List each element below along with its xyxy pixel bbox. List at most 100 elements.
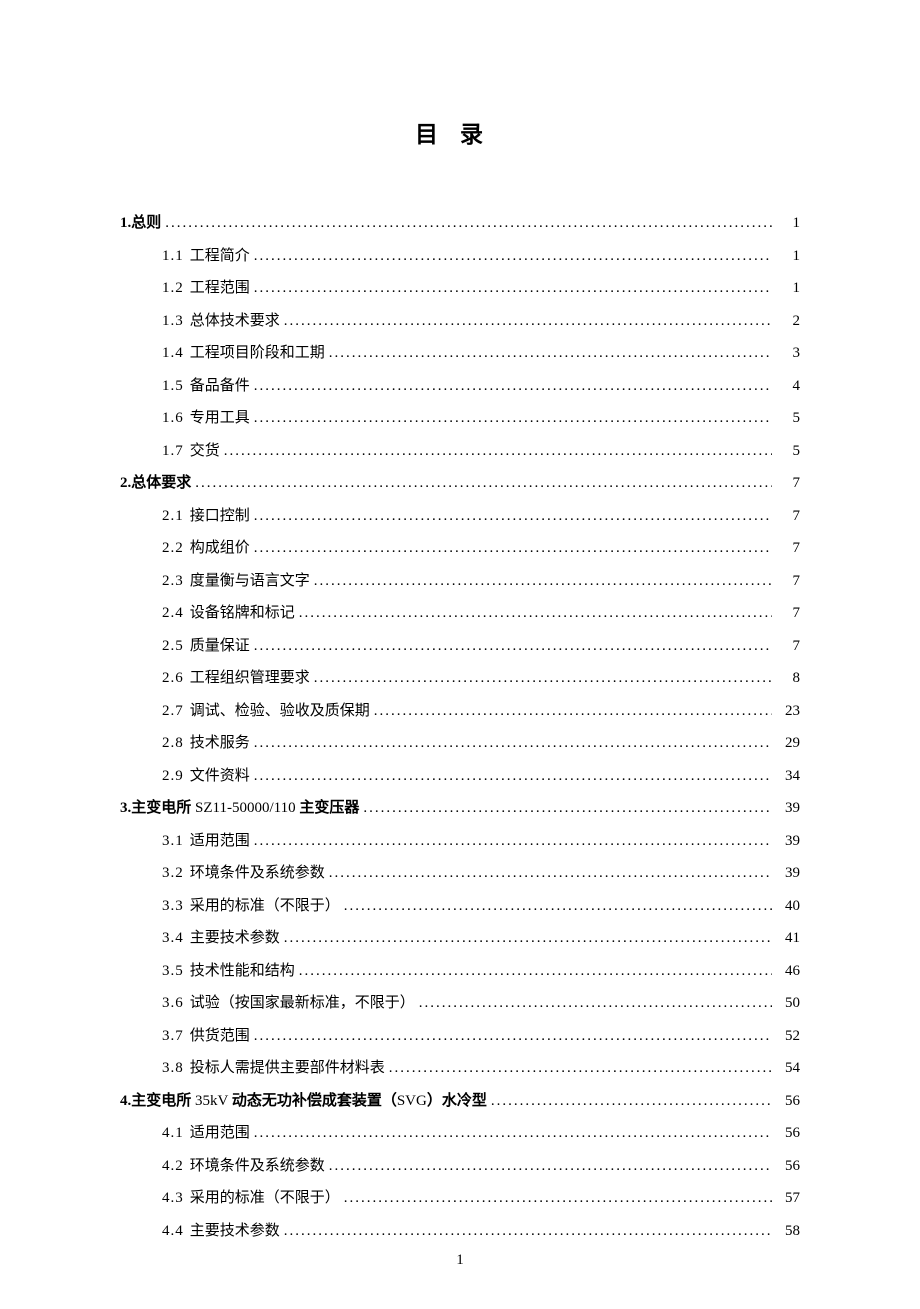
toc-entry-label: 适用范围	[190, 827, 250, 856]
toc-entry-label: 总则	[131, 209, 161, 238]
toc-entry-label: 工程范围	[190, 274, 250, 303]
toc-entry-number: 1.4	[162, 339, 184, 368]
toc-entry-page: 5	[772, 404, 800, 433]
toc-entry-number: 3.4	[162, 924, 184, 953]
toc-leader-dots: ........................................…	[280, 1217, 772, 1246]
toc-entry-label: 技术性能和结构	[190, 957, 295, 986]
toc-entry: 2.总体要求..................................…	[120, 469, 800, 498]
toc-entry-page: 7	[772, 502, 800, 531]
toc-entry-number: 4.1	[162, 1119, 184, 1148]
toc-entry: 1.3总体技术要求...............................…	[120, 307, 800, 336]
toc-entry-page: 56	[772, 1119, 800, 1148]
toc-entry-label: 度量衡与语言文字	[190, 567, 310, 596]
toc-entry-number: 2.8	[162, 729, 184, 758]
toc-entry-label: 环境条件及系统参数	[190, 859, 325, 888]
toc-entry: 3.7供货范围.................................…	[120, 1022, 800, 1051]
toc-leader-dots: ........................................…	[250, 1022, 772, 1051]
toc-entry-number: 3.3	[162, 892, 184, 921]
toc-entry-label: 投标人需提供主要部件材料表	[190, 1054, 385, 1083]
table-of-contents: 1.总则....................................…	[120, 209, 800, 1245]
toc-leader-dots: ........................................…	[191, 469, 772, 498]
toc-entry-page: 56	[772, 1152, 800, 1181]
toc-entry-label: 主要技术参数	[190, 1217, 280, 1246]
toc-entry-label: 采用的标准（不限于）	[190, 892, 340, 921]
toc-entry: 2.4设备铭牌和标记..............................…	[120, 599, 800, 628]
toc-entry-number: 3.8	[162, 1054, 184, 1083]
toc-entry: 2.8 技术服务.................................…	[120, 729, 800, 758]
toc-entry: 2.5质量保证.................................…	[120, 632, 800, 661]
toc-leader-dots: ........................................…	[415, 989, 772, 1018]
toc-leader-dots: ........................................…	[295, 599, 772, 628]
page-number-footer: 1	[0, 1252, 920, 1269]
toc-entry-page: 34	[772, 762, 800, 791]
toc-leader-dots: ........................................…	[250, 534, 772, 563]
toc-entry-page: 39	[772, 827, 800, 856]
toc-entry-number: 3.6	[162, 989, 184, 1018]
toc-entry: 2.1接口控制.................................…	[120, 502, 800, 531]
toc-entry-number: 1.1	[162, 242, 184, 271]
toc-entry-number: 3.2	[162, 859, 184, 888]
toc-entry: 2.7调试、检验、验收及质保期.........................…	[120, 697, 800, 726]
toc-entry: 1.总则....................................…	[120, 209, 800, 238]
toc-entry-number: 2.2	[162, 534, 184, 563]
toc-title: 目录	[120, 115, 800, 149]
toc-entry-page: 46	[772, 957, 800, 986]
toc-entry-label: 适用范围	[190, 1119, 250, 1148]
toc-entry-label: 技术服务	[190, 729, 250, 758]
toc-leader-dots: ........................................…	[385, 1054, 772, 1083]
toc-entry-number: 4.3	[162, 1184, 184, 1213]
toc-entry-label: 采用的标准（不限于）	[190, 1184, 340, 1213]
toc-entry-page: 56	[772, 1087, 800, 1116]
toc-entry-page: 1	[772, 242, 800, 271]
toc-entry-page: 57	[772, 1184, 800, 1213]
toc-leader-dots: ........................................…	[250, 729, 772, 758]
toc-entry-number: 3.	[120, 794, 131, 823]
toc-entry-number: 4.4	[162, 1217, 184, 1246]
toc-entry-label: 构成组价	[190, 534, 250, 563]
toc-entry-label: 备品备件	[190, 372, 250, 401]
toc-entry-number: 2.	[120, 469, 131, 498]
toc-entry-label: 交货	[190, 437, 220, 466]
toc-entry-page: 7	[772, 534, 800, 563]
toc-leader-dots: ........................................…	[250, 404, 772, 433]
toc-leader-dots: ........................................…	[340, 1184, 772, 1213]
toc-entry: 4.1 适用范围.................................…	[120, 1119, 800, 1148]
toc-entry-page: 40	[772, 892, 800, 921]
toc-entry: 3.4主要技术参数...............................…	[120, 924, 800, 953]
toc-entry-number: 3.1	[162, 827, 184, 856]
toc-entry: 3.8 投标人需提供主要部件材料表........................…	[120, 1054, 800, 1083]
toc-leader-dots: ........................................…	[310, 567, 772, 596]
toc-entry: 4.4 主要技术参数...............................…	[120, 1217, 800, 1246]
toc-leader-dots: ........................................…	[250, 1119, 772, 1148]
toc-entry-page: 8	[772, 664, 800, 693]
toc-leader-dots: ........................................…	[161, 209, 772, 238]
toc-entry-page: 1	[772, 274, 800, 303]
toc-entry: 2.2 构成组价.................................…	[120, 534, 800, 563]
toc-leader-dots: ........................................…	[370, 697, 772, 726]
toc-entry-label: 文件资料	[190, 762, 250, 791]
toc-leader-dots: ........................................…	[250, 827, 772, 856]
toc-entry-page: 3	[772, 339, 800, 368]
toc-leader-dots: ........................................…	[250, 502, 772, 531]
toc-leader-dots: ........................................…	[280, 924, 772, 953]
toc-leader-dots: ........................................…	[250, 242, 772, 271]
toc-entry-label: 试验（按国家最新标准，不限于）	[190, 989, 415, 1018]
toc-entry: 1.6专用工具.................................…	[120, 404, 800, 433]
toc-entry: 2.6工程组织管理要求.............................…	[120, 664, 800, 693]
toc-entry-number: 3.5	[162, 957, 184, 986]
toc-entry-page: 52	[772, 1022, 800, 1051]
toc-entry-page: 7	[772, 469, 800, 498]
toc-entry: 3.主变电所 SZ11-50000/110 主变压器..............…	[120, 794, 800, 823]
toc-entry-label: 工程组织管理要求	[190, 664, 310, 693]
toc-entry-page: 39	[772, 794, 800, 823]
toc-entry-number: 2.7	[162, 697, 184, 726]
toc-leader-dots: ........................................…	[280, 307, 772, 336]
toc-entry-page: 7	[772, 599, 800, 628]
document-page: 目录 1.总则.................................…	[0, 0, 920, 1309]
toc-leader-dots: ........................................…	[359, 794, 772, 823]
toc-entry: 4.3 采用的标准（不限于）...........................…	[120, 1184, 800, 1213]
toc-entry-page: 1	[772, 209, 800, 238]
toc-entry-label: 工程项目阶段和工期	[190, 339, 325, 368]
toc-entry: 4.2环境条件及系统参数............................…	[120, 1152, 800, 1181]
toc-entry-page: 7	[772, 567, 800, 596]
